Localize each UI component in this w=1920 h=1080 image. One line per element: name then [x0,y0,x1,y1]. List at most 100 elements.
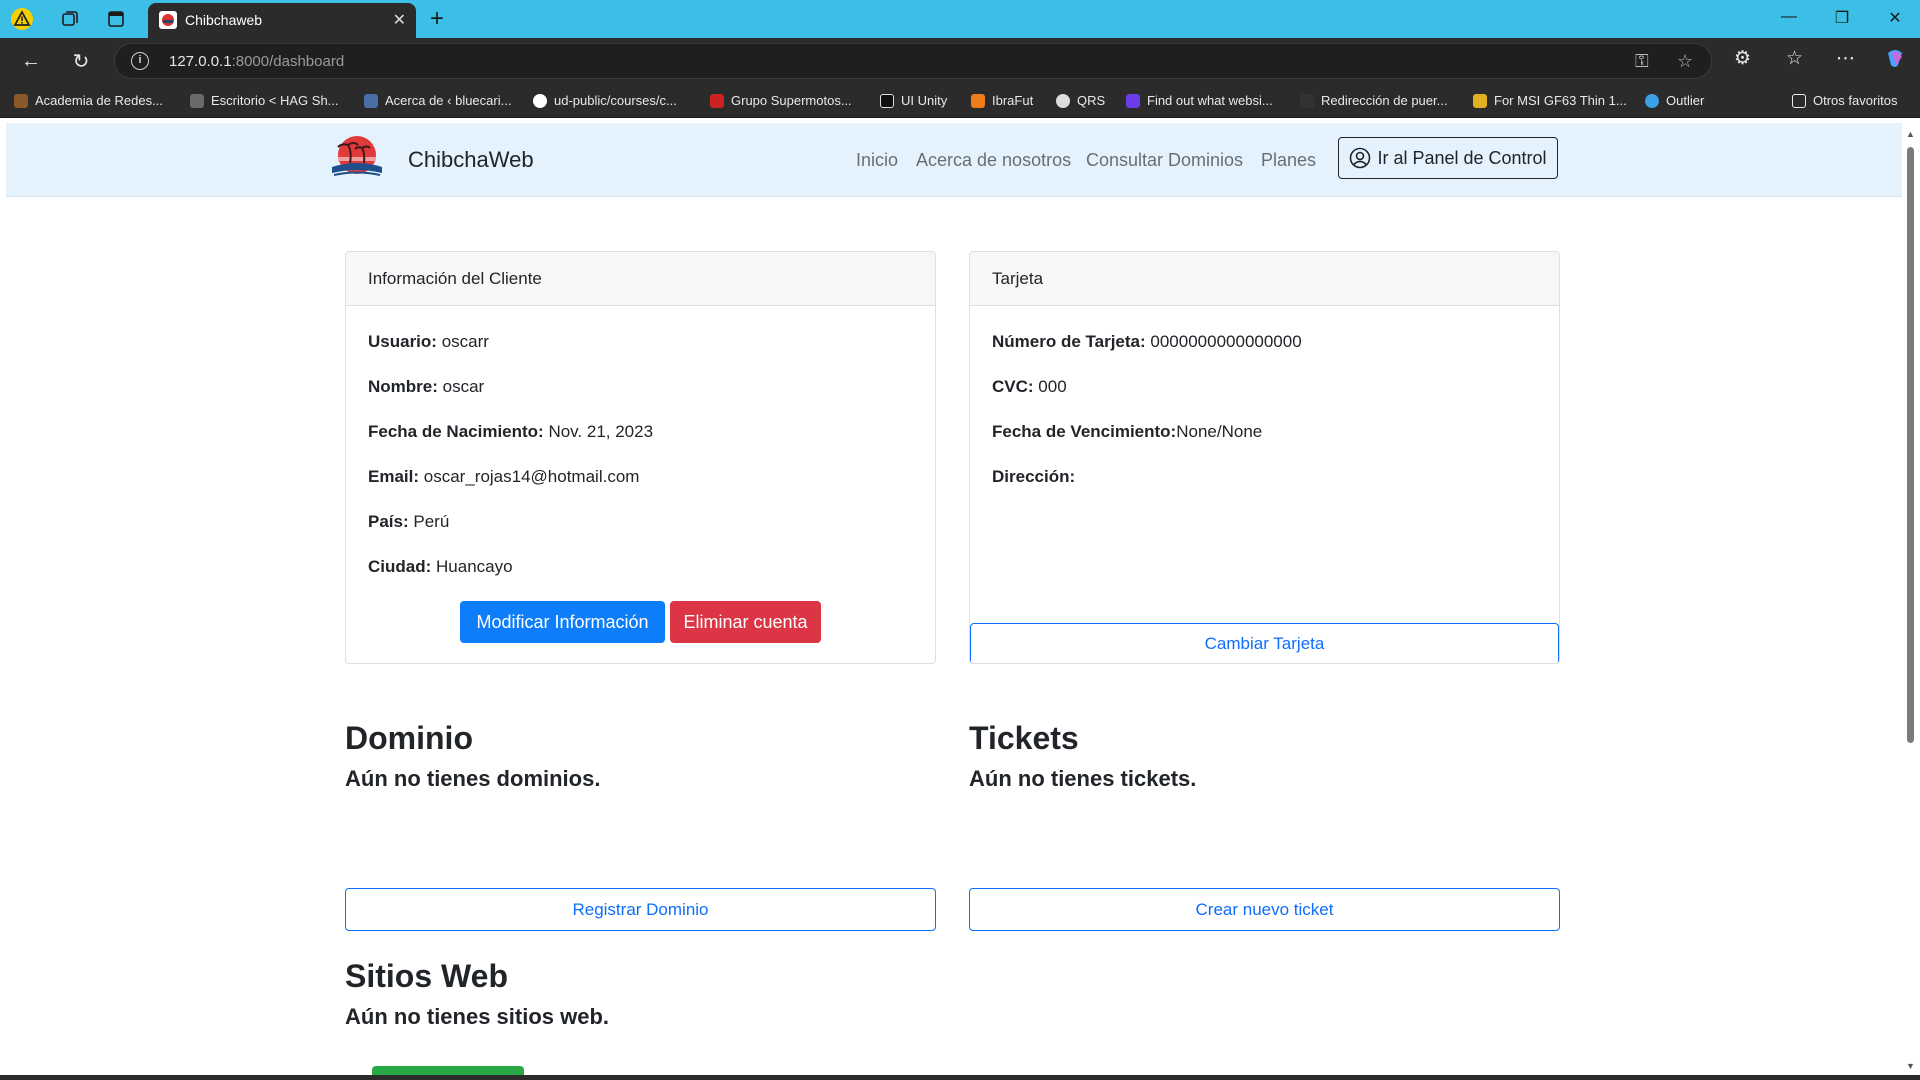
scroll-down-arrow-icon[interactable]: ▼ [1906,1061,1915,1071]
bookmark-label: UI Unity [901,93,948,108]
field-value: None/None [1176,422,1263,441]
url-text[interactable]: 127.0.0.1:8000/dashboard [169,53,344,70]
field-label: Dirección: [992,467,1076,486]
bookmarks-bar: Academia de Redes... Escritorio < HAG Sh… [0,84,1920,118]
tickets-heading: Tickets [969,720,1079,756]
workspaces-icon[interactable] [58,7,82,31]
bookmark-item[interactable]: Acerca de ‹ bluecari... [364,93,511,108]
more-menu-icon[interactable]: ⋯ [1836,47,1855,70]
field-fecha-nacimiento: Fecha de Nacimiento: Nov. 21, 2023 [368,422,653,442]
bookmark-icon [14,93,28,108]
active-tab[interactable]: Chibchaweb ✕ [148,3,416,38]
reload-icon[interactable]: ↻ [68,48,94,74]
field-label: Ciudad: [368,557,432,576]
vertical-tabs-icon[interactable] [104,7,128,31]
bookmark-label: Outlier [1666,93,1705,108]
favorites-icon[interactable]: ☆ [1786,47,1803,70]
bookmark-label: IbraFut [992,93,1034,108]
other-favorites-label: Otros favoritos [1813,93,1898,108]
field-nombre: Nombre: oscar [368,377,484,397]
bookmark-item[interactable]: IbraFut [971,93,1033,108]
field-cvc: CVC: 000 [992,377,1067,397]
bookmark-icon [1126,93,1140,108]
scrollbar-thumb[interactable] [1907,147,1914,743]
websites-heading: Sitios Web [345,958,508,994]
domain-heading: Dominio [345,720,473,756]
bookmark-item[interactable]: ud-public/courses/c... [533,93,677,108]
bookmark-label: For MSI GF63 Thin 1... [1494,93,1627,108]
control-panel-button[interactable]: Ir al Panel de Control [1338,137,1558,179]
field-pais: País: Perú [368,512,449,532]
copilot-icon[interactable] [1884,47,1906,75]
favorite-star-icon[interactable]: ☆ [1677,51,1693,72]
profile-warning-icon[interactable] [10,7,34,31]
field-label: Número de Tarjeta: [992,332,1146,351]
card-info-card: Tarjeta Número de Tarjeta: 0000000000000… [969,251,1560,664]
field-value: Nov. 21, 2023 [543,422,654,441]
bookmark-icon [1473,93,1487,108]
bookmark-label: Acerca de ‹ bluecari... [385,93,512,108]
bookmark-item[interactable]: Outlier [1645,93,1704,108]
nav-link-consultar-dominios[interactable]: Consultar Dominios [1086,150,1243,171]
change-card-button[interactable]: Cambiar Tarjeta [970,623,1559,663]
scroll-up-arrow-icon[interactable]: ▲ [1906,129,1915,139]
bookmark-label: Academia de Redes... [35,93,163,108]
brand-name[interactable]: ChibchaWeb [408,147,534,173]
bookmark-label: Escritorio < HAG Sh... [211,93,339,108]
bookmark-item[interactable]: Academia de Redes... [14,93,163,108]
brand-logo[interactable] [328,133,386,183]
key-icon[interactable]: ⚿ [1635,51,1649,72]
extensions-icon[interactable]: ⚙ [1734,47,1751,70]
bookmark-label: ud-public/courses/c... [554,93,677,108]
nav-link-inicio[interactable]: Inicio [856,150,898,171]
page-scrollbar[interactable]: ▲ ▼ [1902,123,1920,1075]
bookmark-item[interactable]: QRS [1056,93,1105,108]
client-info-card: Información del Cliente Usuario: oscarr … [345,251,936,664]
new-tab-button[interactable]: + [430,5,444,33]
github-icon [533,93,547,108]
delete-account-button[interactable]: Eliminar cuenta [670,601,821,643]
minimize-icon[interactable]: — [1774,8,1804,26]
restore-icon[interactable]: ❐ [1827,8,1857,28]
field-fecha-vencimiento: Fecha de Vencimiento:None/None [992,422,1262,442]
bookmark-item[interactable]: Grupo Supermotos... [710,93,852,108]
field-label: Fecha de Vencimiento: [992,422,1177,441]
other-favorites[interactable]: Otros favoritos [1792,93,1898,108]
bookmark-icon [364,93,378,108]
field-direccion: Dirección: [992,467,1075,487]
site-favicon [159,11,177,29]
field-label: CVC: [992,377,1034,396]
browser-tab-bar: Chibchaweb ✕ + — ❐ ✕ [0,0,1920,38]
bookmark-label: Find out what websi... [1147,93,1273,108]
bookmark-icon [710,93,724,108]
nav-link-acerca[interactable]: Acerca de nosotros [916,150,1071,171]
bookmark-item[interactable]: Find out what websi... [1126,93,1273,108]
url-bar[interactable]: i 127.0.0.1:8000/dashboard ⚿ ☆ [114,43,1712,79]
bookmark-item[interactable]: UI Unity [880,93,947,108]
modify-info-button[interactable]: Modificar Información [460,601,665,643]
close-tab-icon[interactable]: ✕ [393,10,406,30]
bookmark-item[interactable]: For MSI GF63 Thin 1... [1473,93,1627,108]
create-ticket-button[interactable]: Crear nuevo ticket [969,888,1560,931]
field-value: 0000000000000000 [1145,332,1302,351]
back-arrow-icon[interactable]: ← [18,48,44,74]
bookmark-icon [190,93,204,108]
field-label: Nombre: [368,377,438,396]
nav-link-planes[interactable]: Planes [1261,150,1316,171]
websites-empty-text: Aún no tienes sitios web. [345,1004,610,1029]
register-domain-button[interactable]: Registrar Dominio [345,888,936,931]
bookmark-icon [1056,93,1070,108]
window-bottom-border [0,1075,1920,1080]
website-action-button[interactable] [372,1066,524,1075]
close-window-icon[interactable]: ✕ [1880,8,1910,28]
bookmark-label: Redirección de puer... [1321,93,1448,108]
field-label: Usuario: [368,332,437,351]
field-value: Huancayo [431,557,513,576]
field-label: País: [368,512,409,531]
bookmark-label: QRS [1077,93,1106,108]
field-numero-tarjeta: Número de Tarjeta: 0000000000000000 [992,332,1302,352]
bookmark-item[interactable]: Redirección de puer... [1300,93,1447,108]
folder-icon [1792,93,1806,108]
bookmark-item[interactable]: Escritorio < HAG Sh... [190,93,339,108]
site-info-icon[interactable]: i [131,52,149,70]
